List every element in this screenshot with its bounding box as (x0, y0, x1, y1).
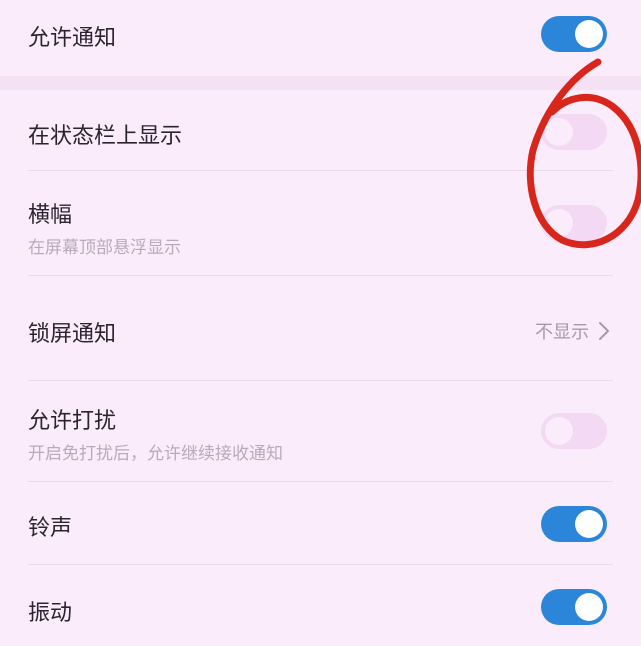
setting-row-allow-notifications[interactable]: 允许通知 (0, 0, 641, 70)
setting-row-status-bar[interactable]: 在状态栏上显示 (0, 90, 641, 170)
setting-subtitle: 开启免打扰后，允许继续接收通知 (28, 444, 283, 464)
setting-row-lockscreen[interactable]: 锁屏通知 不显示 (0, 276, 641, 380)
chevron-right-icon (599, 322, 609, 340)
lockscreen-value-text: 不显示 (535, 322, 589, 343)
setting-title: 振动 (28, 601, 73, 626)
lockscreen-value[interactable]: 不显示 (535, 318, 611, 344)
setting-title: 锁屏通知 (28, 322, 117, 347)
toggle-knob (575, 510, 603, 538)
toggle-knob (545, 417, 573, 445)
setting-title: 铃声 (28, 516, 73, 541)
section-divider (0, 76, 641, 90)
setting-row-vibration[interactable]: 振动 (0, 565, 641, 646)
setting-title: 允许打扰 (28, 409, 117, 434)
vibration-toggle[interactable] (541, 589, 607, 625)
toggle-knob (545, 209, 573, 237)
setting-row-ringtone[interactable]: 铃声 (0, 482, 641, 564)
setting-title: 在状态栏上显示 (28, 124, 183, 149)
ringtone-toggle[interactable] (541, 506, 607, 542)
toggle-knob (575, 20, 603, 48)
banner-toggle[interactable] (541, 205, 607, 241)
toggle-knob (575, 593, 603, 621)
setting-row-allow-dnd[interactable]: 允许打扰 开启免打扰后，允许继续接收通知 (0, 381, 641, 481)
allow-dnd-toggle[interactable] (541, 413, 607, 449)
status-bar-toggle[interactable] (541, 114, 607, 150)
setting-title: 允许通知 (28, 26, 117, 51)
allow-notifications-toggle[interactable] (541, 16, 607, 52)
setting-title: 横幅 (28, 203, 73, 228)
toggle-knob (545, 118, 573, 146)
setting-row-banner[interactable]: 横幅 在屏幕顶部悬浮显示 (0, 171, 641, 275)
setting-subtitle: 在屏幕顶部悬浮显示 (28, 238, 181, 258)
